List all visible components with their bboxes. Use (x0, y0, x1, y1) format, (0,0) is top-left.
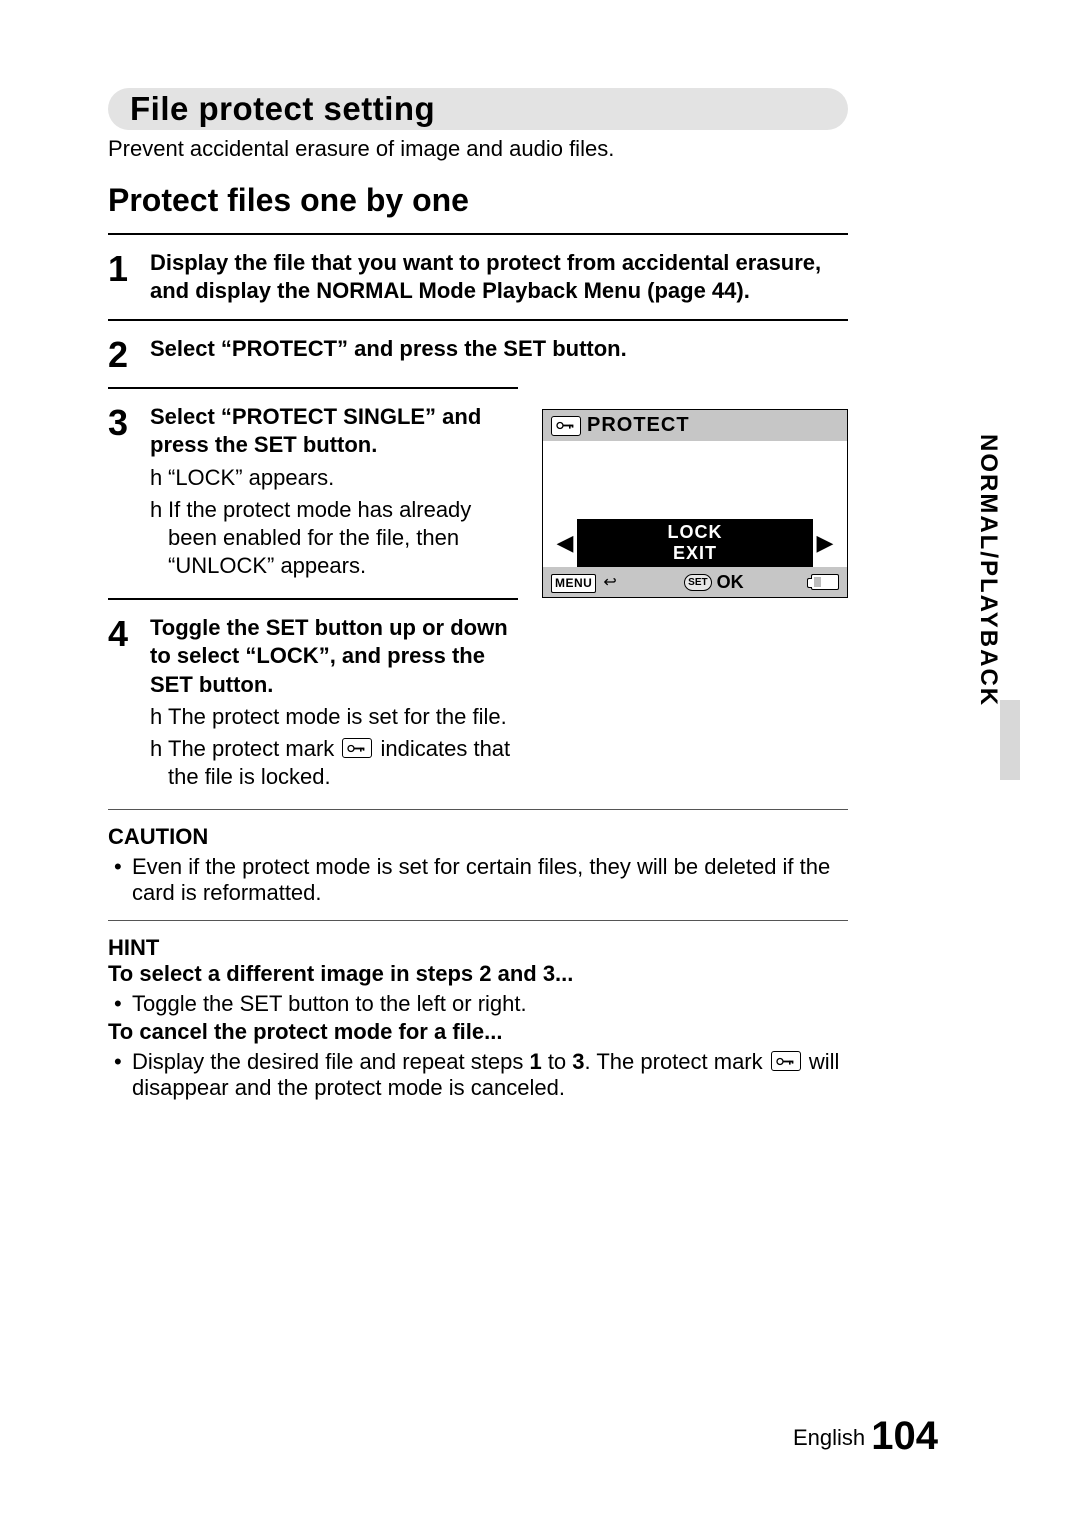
caution-heading: CAUTION (108, 824, 848, 850)
step-number: 1 (108, 251, 136, 305)
camera-screen: PROTECT ◀ LOCK EXIT ▶ MENU (542, 409, 848, 598)
return-arrow-icon: ↩ (603, 574, 616, 591)
intro-text: Prevent accidental erasure of image and … (108, 136, 848, 162)
protect-key-icon (771, 1051, 801, 1071)
bold-number: 3 (572, 1049, 584, 1074)
list-item: The protect mode is set for the file. (168, 703, 518, 731)
menu-indicator: MENU ↩ (551, 571, 617, 593)
list-item: Display the desired file and repeat step… (132, 1049, 848, 1101)
list-item: Even if the protect mode is set for cert… (132, 854, 848, 906)
step-sub-list: The protect mode is set for the file. Th… (150, 703, 518, 791)
screen-footer: MENU ↩ SET OK (543, 567, 847, 597)
list-item: Toggle the SET button to the left or rig… (132, 991, 848, 1017)
screen-option: EXIT (577, 543, 813, 564)
thin-divider (108, 920, 848, 921)
ok-indicator: SET OK (684, 572, 743, 593)
protect-key-icon (342, 738, 372, 758)
text-fragment: . The protect mark (585, 1049, 769, 1074)
battery-icon (811, 574, 839, 590)
half-divider (108, 598, 518, 600)
step-title: Select “PROTECT SINGLE” and press the SE… (150, 404, 481, 457)
step-1: 1 Display the file that you want to prot… (108, 249, 848, 305)
left-arrow-icon: ◀ (553, 530, 577, 556)
screen-header: PROTECT (543, 410, 847, 441)
bold-number: 1 (529, 1049, 541, 1074)
hint-list: Display the desired file and repeat step… (108, 1049, 848, 1101)
screen-select-row: ◀ LOCK EXIT ▶ (543, 519, 847, 567)
menu-chip: MENU (551, 574, 596, 593)
text-fragment: Display the desired file and repeat step… (132, 1049, 529, 1074)
footer-language: English (793, 1425, 865, 1450)
list-item: “LOCK” appears. (168, 464, 518, 492)
screen-body (543, 441, 847, 519)
step-title: Toggle the SET button up or down to sele… (150, 615, 508, 696)
step-3-4-group: 3 Select “PROTECT SINGLE” and press the … (108, 403, 848, 795)
step-text: Display the file that you want to protec… (150, 249, 848, 305)
text-fragment: The protect mark (168, 736, 340, 761)
thin-divider (108, 809, 848, 810)
step-3: 3 Select “PROTECT SINGLE” and press the … (108, 403, 518, 584)
text-fragment: to (542, 1049, 573, 1074)
side-tab-label: NORMAL/PLAYBACK (974, 434, 1002, 707)
right-arrow-icon: ▶ (813, 530, 837, 556)
ok-label: OK (717, 572, 744, 593)
section-header: File protect setting (108, 88, 848, 130)
half-divider (108, 387, 518, 389)
step-2: 2 Select “PROTECT” and press the SET but… (108, 335, 848, 373)
divider (108, 233, 848, 235)
content-column: File protect setting Prevent accidental … (108, 88, 848, 1101)
hint-subheading: To select a different image in steps 2 a… (108, 961, 848, 987)
hint-list: Toggle the SET button to the left or rig… (108, 991, 848, 1017)
step-text: Select “PROTECT SINGLE” and press the SE… (150, 403, 518, 584)
step-text: Toggle the SET button up or down to sele… (150, 614, 518, 795)
screen-selection: LOCK EXIT (577, 519, 813, 567)
hint-subheading: To cancel the protect mode for a file... (108, 1019, 848, 1045)
step-4: 4 Toggle the SET button up or down to se… (108, 614, 518, 795)
step-text: Select “PROTECT” and press the SET butto… (150, 335, 848, 373)
screen-title: PROTECT (587, 414, 690, 437)
page-number: 104 (871, 1414, 938, 1458)
manual-page: File protect setting Prevent accidental … (0, 0, 1080, 1521)
steps-left-column: 3 Select “PROTECT SINGLE” and press the … (108, 403, 518, 795)
section-title: File protect setting (130, 90, 435, 127)
step-sub-list: “LOCK” appears. If the protect mode has … (150, 464, 518, 581)
caution-list: Even if the protect mode is set for cert… (108, 854, 848, 906)
page-footer: English 104 (793, 1414, 938, 1459)
thumb-index-mark (1000, 700, 1020, 780)
hint-heading: HINT (108, 935, 848, 961)
step-number: 3 (108, 405, 136, 584)
step-number: 4 (108, 616, 136, 795)
list-item: The protect mark indicates that the file… (168, 735, 518, 791)
protect-key-icon (551, 416, 581, 436)
divider (108, 319, 848, 321)
step-number: 2 (108, 337, 136, 373)
subheading: Protect files one by one (108, 182, 848, 219)
screen-option: LOCK (577, 522, 813, 543)
set-badge: SET (684, 574, 711, 591)
list-item: If the protect mode has already been ena… (168, 496, 518, 580)
